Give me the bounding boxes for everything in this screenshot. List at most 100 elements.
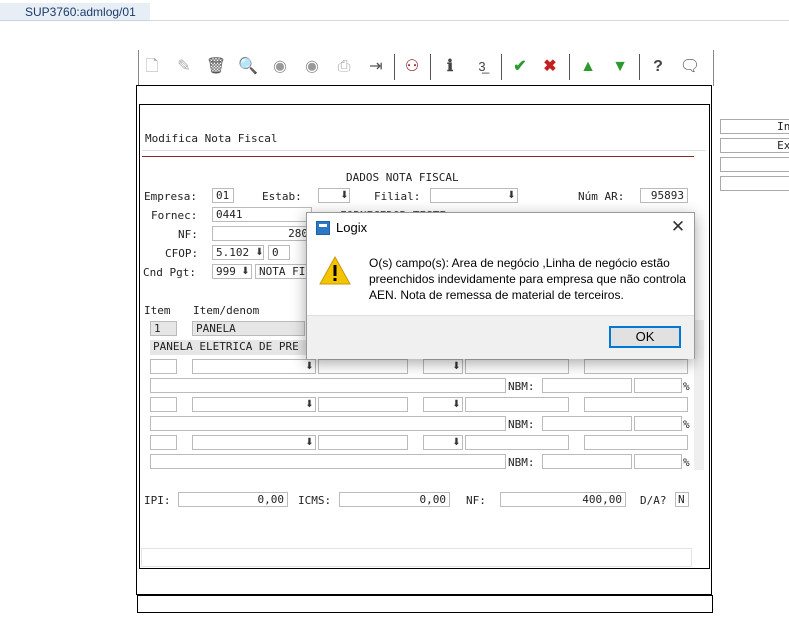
- item-field[interactable]: [584, 435, 688, 450]
- cfop-seq-field[interactable]: 0: [268, 245, 290, 260]
- nbm-label: NBM:: [508, 380, 535, 393]
- item-desc-field[interactable]: [150, 378, 506, 393]
- item-description: PANELA ELETRICA DE PRE: [150, 340, 306, 355]
- nbm-label: NBM:: [508, 418, 535, 431]
- da-field[interactable]: N: [675, 492, 689, 507]
- side-button[interactable]: T: [720, 176, 789, 191]
- item-field[interactable]: [634, 416, 682, 431]
- edit-icon[interactable]: ✎: [173, 56, 195, 78]
- item-denom-field[interactable]: [192, 397, 316, 412]
- item-denom-field[interactable]: [192, 435, 316, 450]
- item-denom-field[interactable]: PANELA: [192, 321, 305, 336]
- prev-icon[interactable]: ◉: [269, 56, 291, 78]
- up-icon[interactable]: ▲: [577, 56, 599, 78]
- include-button[interactable]: Inc: [720, 119, 789, 134]
- cancel-icon[interactable]: ✖: [539, 56, 561, 78]
- item-dropdown-icon[interactable]: ⬇: [304, 360, 315, 373]
- item-dropdown-icon[interactable]: ⬇: [451, 360, 462, 373]
- new-doc-icon[interactable]: 🗋: [141, 56, 163, 78]
- item-field[interactable]: [318, 435, 408, 450]
- toolbar: 🗋 ✎ 🗑 🔍 ◉ ◉ ⎙ ⇥ ⚇ ℹ 3̲ ✔ ✖ ▲ ▼ ? 🗨: [138, 50, 714, 86]
- item-dropdown-icon[interactable]: ⬇: [451, 398, 462, 411]
- empresa-field[interactable]: 01: [212, 188, 234, 203]
- info-icon[interactable]: ℹ: [439, 56, 461, 78]
- percent-label: %: [683, 418, 690, 431]
- binoculars-icon[interactable]: ⚇: [401, 56, 423, 78]
- grid-scrollbar[interactable]: [694, 320, 704, 470]
- nbm-field[interactable]: [542, 454, 632, 469]
- percent-label: %: [683, 456, 690, 469]
- exclude-button[interactable]: Exc: [720, 138, 789, 153]
- close-icon[interactable]: ✕: [667, 216, 689, 238]
- item-number-field[interactable]: [150, 435, 177, 450]
- item-field[interactable]: [634, 454, 682, 469]
- program-tab[interactable]: SUP3760:admlog/01: [0, 3, 150, 21]
- help-icon[interactable]: ?: [647, 56, 669, 78]
- item-number-field[interactable]: 1: [150, 321, 177, 336]
- toolbar-separator: [501, 54, 502, 80]
- trash-icon[interactable]: 🗑: [205, 56, 227, 78]
- item-dropdown-icon[interactable]: ⬇: [304, 398, 315, 411]
- nbm-field[interactable]: [542, 416, 632, 431]
- item-number-field[interactable]: [150, 359, 177, 374]
- item-number-field[interactable]: [150, 397, 177, 412]
- zoom-icon[interactable]: 3̲: [471, 56, 493, 78]
- ipi-field[interactable]: 0,00: [178, 492, 288, 507]
- nbm-field[interactable]: [542, 378, 632, 393]
- item-dropdown-icon[interactable]: ⬇: [304, 436, 315, 449]
- toolbar-separator: [394, 54, 395, 80]
- side-button[interactable]: T: [720, 157, 789, 172]
- print-icon[interactable]: ⎙: [333, 56, 355, 78]
- icms-label: ICMS:: [298, 494, 332, 507]
- item-desc-field[interactable]: [150, 454, 506, 469]
- empresa-label: Empresa:: [144, 190, 197, 203]
- estab-dropdown-icon[interactable]: ⬇: [339, 189, 350, 202]
- item-field[interactable]: [318, 359, 408, 374]
- cnd-pgt-label: Cnd Pgt:: [143, 266, 196, 279]
- dialog-titlebar: Logix ✕: [307, 213, 694, 243]
- ok-button[interactable]: OK: [609, 326, 681, 348]
- fornec-field[interactable]: 0441: [212, 207, 312, 222]
- cfop-dropdown-icon[interactable]: ⬇: [254, 246, 265, 259]
- filial-dropdown-icon[interactable]: ⬇: [506, 189, 517, 202]
- tab-divider: [150, 20, 789, 21]
- exit-icon[interactable]: ⇥: [365, 56, 387, 78]
- cfop-label: CFOP:: [165, 247, 199, 260]
- item-field[interactable]: [634, 378, 682, 393]
- confirm-icon[interactable]: ✔: [509, 56, 531, 78]
- nf-label: NF:: [178, 228, 198, 241]
- filial-label: Filial:: [374, 190, 421, 203]
- cnd-pgt-dropdown-icon[interactable]: ⬇: [240, 265, 251, 278]
- item-field[interactable]: [584, 359, 688, 374]
- percent-label: %: [683, 380, 690, 393]
- num-ar-label: Núm AR:: [578, 190, 625, 203]
- item-denom-field[interactable]: [192, 359, 316, 374]
- dialog-message: O(s) campo(s): Area de negócio ,Linha de…: [369, 256, 686, 302]
- item-denom-header: Item/denom: [193, 304, 260, 317]
- toolbar-separator: [430, 54, 431, 80]
- item-field[interactable]: [584, 397, 688, 412]
- item-field[interactable]: [465, 359, 569, 374]
- nbm-label: NBM:: [508, 456, 535, 469]
- item-field[interactable]: [318, 397, 408, 412]
- down-icon[interactable]: ▼: [609, 56, 631, 78]
- num-ar-field[interactable]: 95893: [640, 188, 688, 203]
- filial-field[interactable]: [430, 188, 518, 203]
- item-desc-field[interactable]: [150, 416, 506, 431]
- next-icon[interactable]: ◉: [301, 56, 323, 78]
- item-field[interactable]: [465, 435, 569, 450]
- icms-field[interactable]: 0,00: [339, 492, 450, 507]
- search-icon[interactable]: 🔍: [237, 56, 259, 78]
- form-title: Modifica Nota Fiscal: [142, 130, 706, 151]
- chat-icon[interactable]: 🗨: [679, 56, 701, 78]
- cnd-pgt-desc-field: NOTA FI: [255, 264, 310, 279]
- app-icon: [316, 221, 330, 235]
- nf-total-field[interactable]: 400,00: [500, 492, 626, 507]
- item-dropdown-icon[interactable]: ⬇: [451, 436, 462, 449]
- fornec-label: Fornec:: [151, 209, 198, 222]
- nf-field[interactable]: 280: [212, 226, 312, 241]
- message-area: [141, 548, 692, 567]
- ipi-label: IPI:: [144, 494, 171, 507]
- section-title: DADOS NOTA FISCAL: [346, 171, 459, 184]
- item-field[interactable]: [465, 397, 569, 412]
